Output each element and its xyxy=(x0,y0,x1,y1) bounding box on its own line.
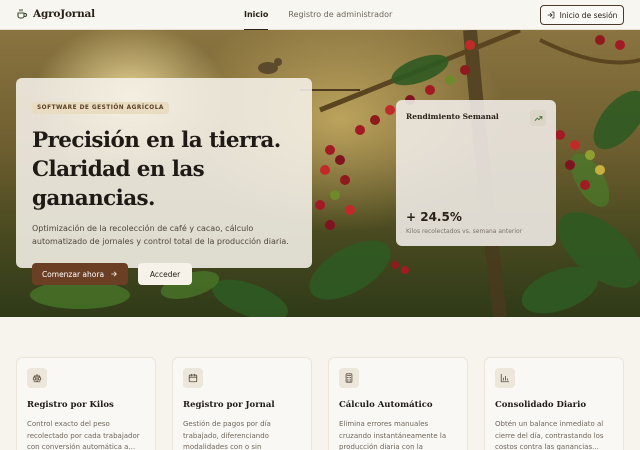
coffee-cup-icon xyxy=(17,8,27,19)
weekly-performance-card: Rendimiento Semanal + 24.5% Kilos recole… xyxy=(396,100,556,246)
hero-actions: Comenzar ahora Acceder xyxy=(32,263,296,285)
nav-registro-administrador[interactable]: Registro de administrador xyxy=(288,0,392,30)
scale-icon xyxy=(27,368,47,388)
access-button[interactable]: Acceder xyxy=(138,263,192,285)
trending-up-icon xyxy=(530,110,546,126)
hero-badge: SOFTWARE DE GESTIÓN AGRÍCOLA xyxy=(32,102,169,114)
nav-inicio[interactable]: Inicio xyxy=(244,0,269,30)
feature-description: Control exacto del peso recolectado por … xyxy=(27,420,140,450)
main-nav: Inicio Registro de administrador xyxy=(244,0,392,30)
arrow-right-icon xyxy=(111,271,117,277)
feature-description: Elimina errores manuales cruzando instan… xyxy=(339,420,447,450)
login-icon xyxy=(547,11,554,19)
hero-title-line-1: Precisión en la tierra. xyxy=(32,128,281,153)
performance-title: Rendimiento Semanal xyxy=(406,112,499,121)
hero-title: Precisión en la tierra. Claridad en las … xyxy=(32,126,296,213)
login-label: Inicio de sesión xyxy=(559,10,618,20)
login-button[interactable]: Inicio de sesión xyxy=(540,5,624,25)
feature-title: Consolidado Diario xyxy=(495,400,587,410)
feature-card-jornal: Registro por Jornal Gestión de pagos por… xyxy=(172,357,312,450)
brand[interactable]: AgroJornal xyxy=(16,8,95,20)
start-now-button[interactable]: Comenzar ahora xyxy=(32,263,128,285)
performance-value: + 24.5% xyxy=(406,210,462,224)
performance-subtitle: Kilos recolectados vs. semana anterior xyxy=(406,228,523,235)
calendar-icon xyxy=(183,368,203,388)
calculator-icon xyxy=(339,368,359,388)
feature-title: Registro por Jornal xyxy=(183,400,275,410)
access-label: Acceder xyxy=(149,269,181,279)
feature-title: Registro por Kilos xyxy=(27,400,114,410)
start-now-label: Comenzar ahora xyxy=(41,269,105,279)
feature-card-calculo: Cálculo Automático Elimina errores manua… xyxy=(328,357,468,450)
feature-card-consolidado: Consolidado Diario Obtén un balance inme… xyxy=(484,357,624,450)
feature-description: Obtén un balance inmediato al cierre del… xyxy=(495,420,604,450)
hero-card: SOFTWARE DE GESTIÓN AGRÍCOLA Precisión e… xyxy=(16,78,312,285)
features-section: Registro por Kilos Control exacto del pe… xyxy=(0,317,640,450)
feature-description: Gestión de pagos por día trabajado, dife… xyxy=(183,420,271,450)
bar-chart-icon xyxy=(495,368,515,388)
feature-card-kilos: Registro por Kilos Control exacto del pe… xyxy=(16,357,156,450)
hero-section: SOFTWARE DE GESTIÓN AGRÍCOLA Precisión e… xyxy=(0,30,640,317)
feature-title: Cálculo Automático xyxy=(339,400,433,410)
top-navbar: AgroJornal Inicio Registro de administra… xyxy=(0,0,640,30)
hero-title-line-2: Claridad en las ganancias. xyxy=(32,157,205,211)
hero-description: Optimización de la recolección de café y… xyxy=(32,224,289,246)
brand-name: AgroJornal xyxy=(33,8,95,20)
